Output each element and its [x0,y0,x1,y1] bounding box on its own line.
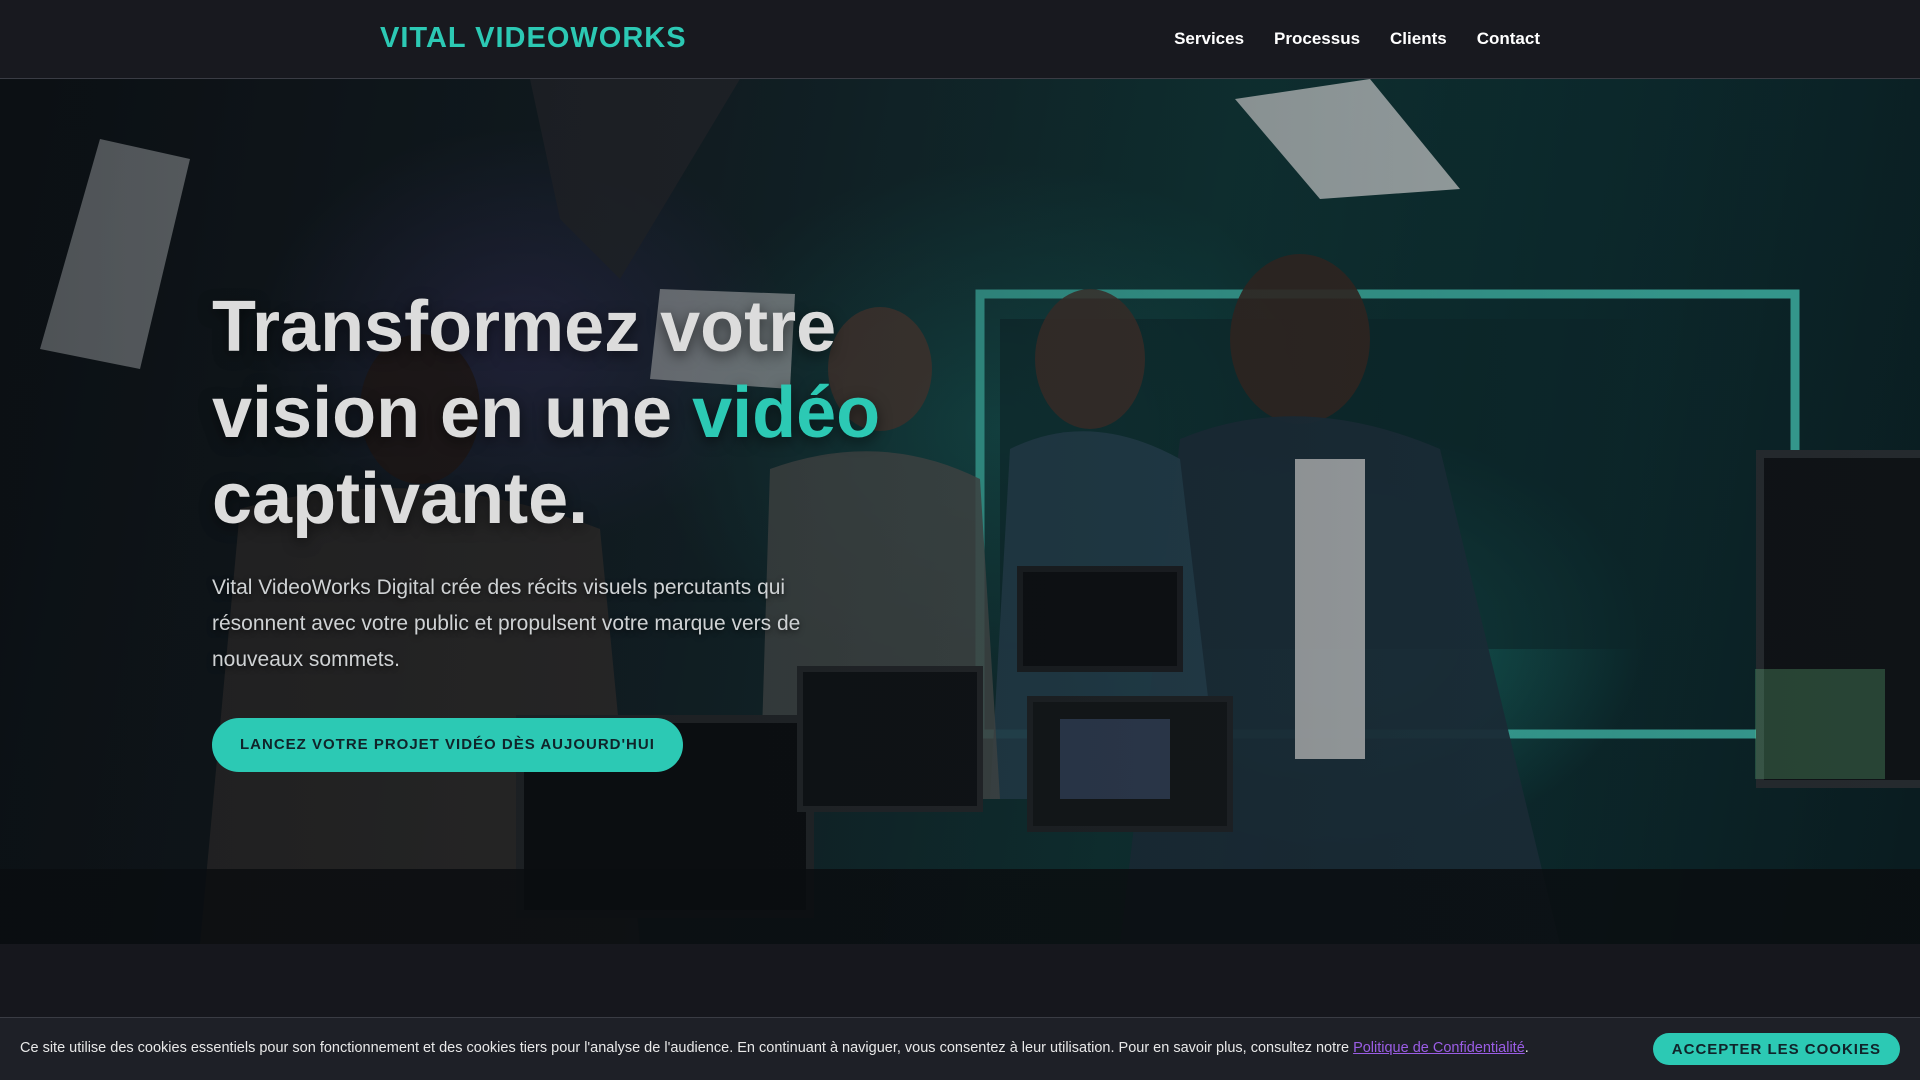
cookie-text: Ce site utilise des cookies essentiels p… [20,1040,1354,1056]
nav-contact[interactable]: Contact [1477,29,1540,49]
cta-start-project-button[interactable]: LANCEZ VOTRE PROJET VIDÉO DÈS AUJOURD'HU… [212,718,683,772]
hero-subtitle: Vital VideoWorks Digital crée des récits… [212,576,801,671]
accept-cookies-button[interactable]: ACCEPTER LES COOKIES [1652,1033,1900,1065]
hero-title-accent: vidéo [692,373,881,453]
nav-processus[interactable]: Processus [1274,29,1360,49]
nav-clients[interactable]: Clients [1390,29,1447,49]
cookie-banner: Ce site utilise des cookies essentiels p… [0,1017,1920,1080]
site-header: VITAL VIDEOWORKS Services Processus Clie… [0,0,1920,79]
hero-section: Transformez votre vision en une vidéo ca… [0,79,1920,944]
privacy-policy-link[interactable]: Politique de Confidentialité [1353,1040,1525,1056]
hero-content: Transformez votre vision en une vidéo ca… [212,284,932,772]
cookie-message: Ce site utilise des cookies essentiels p… [20,1040,1529,1056]
nav-services[interactable]: Services [1174,29,1244,49]
hero-title-part2: captivante. [212,459,589,539]
cookie-text-end: . [1524,1040,1529,1056]
site-logo[interactable]: VITAL VIDEOWORKS [380,22,687,55]
main-nav: Services Processus Clients Contact [1174,29,1540,49]
hero-title: Transformez votre vision en une vidéo ca… [212,284,932,542]
